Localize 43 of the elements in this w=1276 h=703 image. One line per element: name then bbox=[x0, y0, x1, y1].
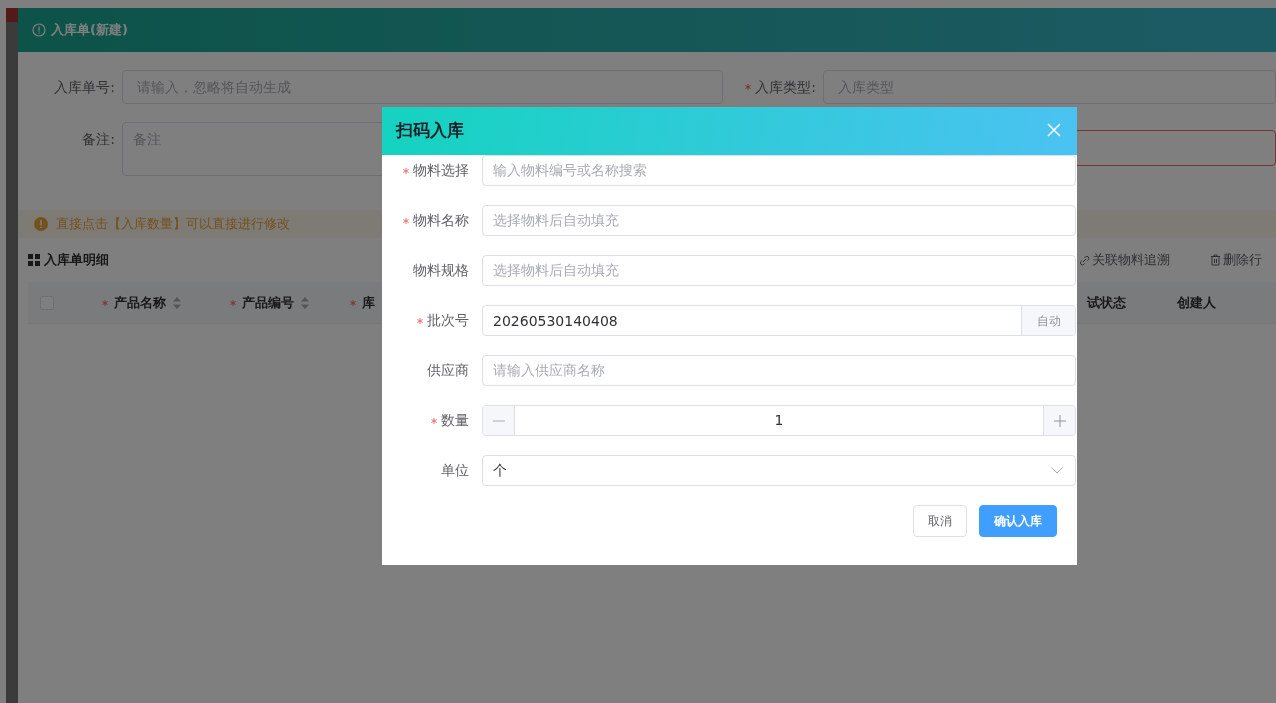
input-field[interactable]: 输入物料编号或名称搜索 bbox=[482, 155, 1076, 186]
confirm-button[interactable]: 确认入库 bbox=[979, 505, 1057, 537]
link-icon bbox=[1079, 254, 1090, 266]
quantity-field[interactable]: 1 bbox=[482, 405, 1076, 436]
field-label: 入库单号: bbox=[54, 78, 115, 97]
input-field[interactable]: 选择物料后自动填充 bbox=[482, 255, 1076, 286]
column-header[interactable]: 产品编号 bbox=[242, 292, 294, 313]
decrement-button[interactable] bbox=[483, 406, 515, 435]
field-label: 数量 bbox=[441, 411, 469, 430]
cancel-button[interactable]: 取消 bbox=[913, 505, 967, 537]
column-header: 创建人 bbox=[1177, 293, 1216, 312]
input-field[interactable]: 请输入供应商名称 bbox=[482, 355, 1076, 386]
batch-number-field[interactable]: 20260530140408 自动 bbox=[482, 305, 1076, 336]
unit-select[interactable]: 个 bbox=[482, 455, 1076, 486]
minus-icon bbox=[492, 419, 505, 422]
close-button[interactable] bbox=[1047, 123, 1063, 139]
increment-button[interactable] bbox=[1043, 406, 1075, 435]
auto-button[interactable]: 自动 bbox=[1021, 306, 1075, 335]
field-label: 供应商 bbox=[427, 361, 469, 380]
delete-row-button[interactable]: 删除行 bbox=[1210, 250, 1262, 270]
section-title: 入库单明细 bbox=[44, 251, 109, 270]
field-label: 批次号 bbox=[427, 311, 469, 330]
plus-icon bbox=[1053, 414, 1066, 427]
column-header: 库 bbox=[362, 293, 375, 312]
field-label: 物料名称 bbox=[413, 211, 469, 230]
column-header[interactable]: 产品名称 bbox=[114, 292, 166, 313]
field-label: 单位 bbox=[441, 461, 469, 480]
chevron-down-icon bbox=[1051, 467, 1063, 474]
info-icon bbox=[32, 23, 46, 37]
field-label: 物料选择 bbox=[413, 161, 469, 180]
field-label: 备注: bbox=[82, 130, 115, 149]
dialog-title: 扫码入库 bbox=[396, 119, 464, 143]
page-title: 入库单(新建) bbox=[51, 21, 128, 40]
input-field[interactable]: 选择物料后自动填充 bbox=[482, 205, 1076, 236]
trash-icon bbox=[1210, 254, 1221, 266]
field-label: 物料规格 bbox=[413, 261, 469, 280]
link-button[interactable]: 关联物料追溯 bbox=[1079, 250, 1170, 270]
column-header: 试状态 bbox=[1087, 293, 1126, 312]
close-icon bbox=[1047, 123, 1061, 137]
warning-icon bbox=[34, 217, 48, 231]
alert-text: 直接点击【入库数量】可以直接进行修改 bbox=[56, 215, 290, 234]
field-label: 入库类型: bbox=[755, 78, 816, 97]
grid-icon bbox=[28, 254, 40, 266]
